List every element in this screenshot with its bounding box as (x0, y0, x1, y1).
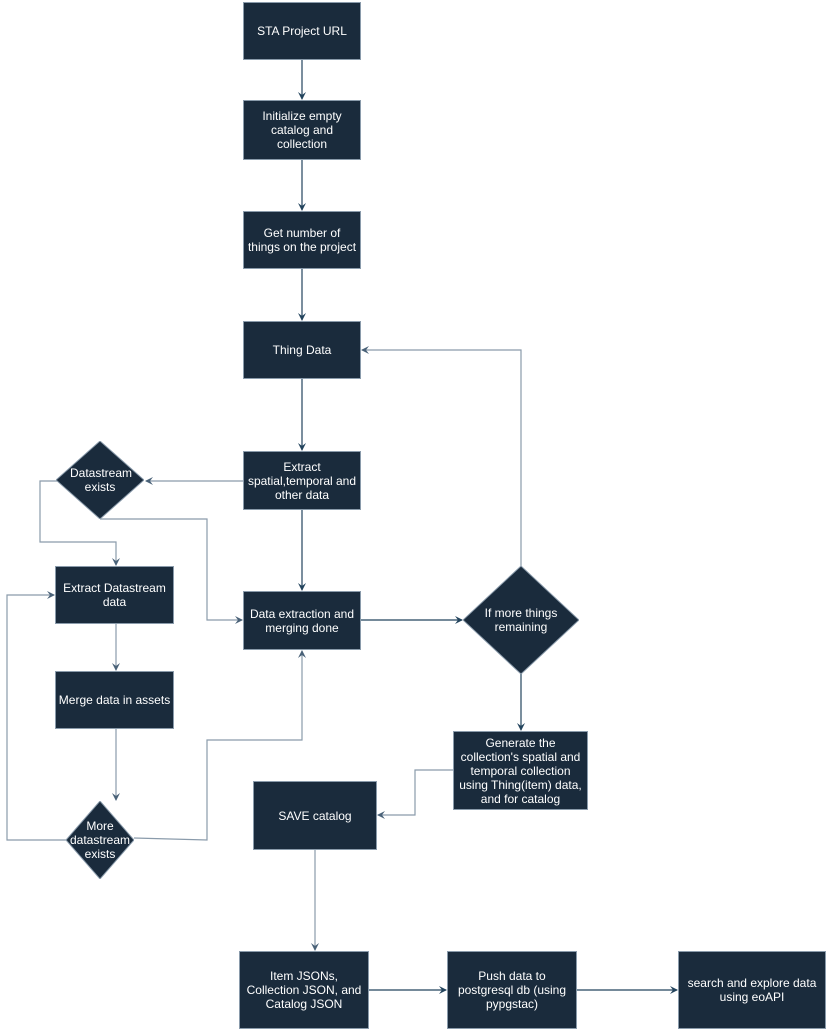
node-save-catalog: SAVE catalog (253, 781, 377, 850)
node-extract-spatial: Extract spatial,temporal and other data (243, 451, 361, 510)
decision-more-datastream: More datastream exists (66, 801, 134, 879)
decision-label: If more things remaining (484, 606, 558, 634)
flowchart: STA Project URL Initialize empty catalog… (0, 0, 828, 1031)
node-label: Push data to postgresql db (using pypgst… (457, 969, 567, 1011)
node-init: Initialize empty catalog and collection (243, 100, 361, 160)
node-label: Generate the collection's spatial and te… (459, 735, 582, 806)
node-label: Extract Datastream data (63, 581, 166, 609)
decision-datastream-exists: Datastream exists (56, 441, 144, 519)
node-extract-datastream: Extract Datastream data (55, 566, 174, 624)
node-label: Merge data in assets (58, 693, 171, 707)
node-sta-url: STA Project URL (243, 2, 361, 60)
node-push-data: Push data to postgresql db (using pypgst… (447, 951, 577, 1029)
node-search: search and explore data using eoAPI (678, 951, 826, 1029)
decision-more-things: If more things remaining (463, 566, 579, 674)
node-merge-assets: Merge data in assets (55, 671, 174, 729)
node-generate: Generate the collection's spatial and te… (453, 731, 588, 810)
node-label: Item JSONs, Collection JSON, and Catalog… (246, 969, 362, 1011)
decision-label: Datastream exists (70, 466, 133, 494)
decision-label: More datastream exists (70, 819, 131, 861)
edge-generate-save (377, 769, 453, 819)
node-label: Data extraction and merging done (249, 606, 355, 635)
node-label: SAVE catalog (278, 808, 352, 823)
node-label: STA Project URL (257, 24, 347, 38)
node-extraction-done: Data extraction and merging done (243, 591, 361, 650)
node-label: Initialize empty catalog and collection (262, 109, 342, 151)
node-label: Get number of things on the project (247, 226, 357, 254)
node-label: Extract spatial,temporal and other data (247, 459, 357, 502)
node-label: Thing Data (272, 343, 332, 357)
node-item-jsons: Item JSONs, Collection JSON, and Catalog… (239, 951, 369, 1029)
node-get-number: Get number of things on the project (243, 211, 361, 269)
edge-morethings-thing (361, 346, 522, 566)
node-label: search and explore data using eoAPI (687, 976, 817, 1004)
node-thing-data: Thing Data (243, 321, 361, 379)
